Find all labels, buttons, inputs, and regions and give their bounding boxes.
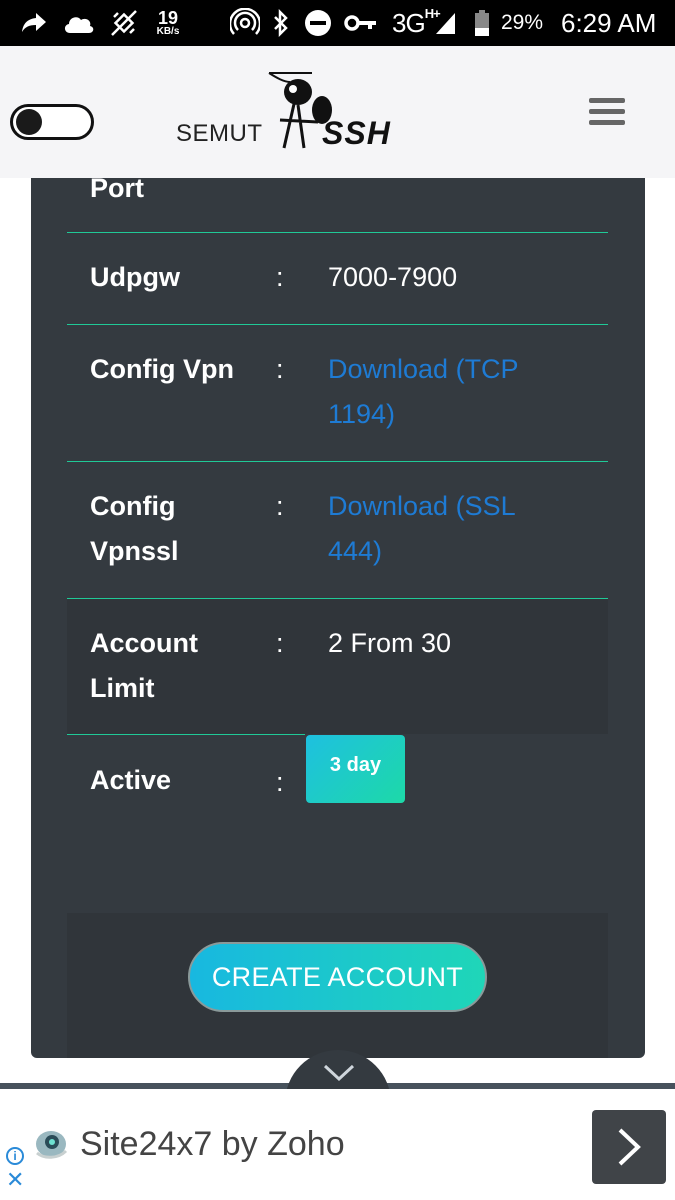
status-bar: 19 KB/s 3G H+ 29% 6:29 AM	[0, 0, 675, 46]
udpgw-label: Udpgw	[90, 262, 180, 292]
cloud-icon	[62, 0, 96, 46]
separator: :	[276, 628, 284, 658]
config-vpn-label: Config Vpn	[90, 354, 234, 384]
network-type: 3G H+	[392, 0, 456, 46]
row-divider	[67, 232, 608, 233]
app-header: SEMUT SSH	[0, 46, 675, 178]
battery-icon	[474, 0, 490, 46]
ad-close-icon[interactable]: ✕	[6, 1169, 24, 1191]
separator: :	[276, 491, 284, 521]
ad-title[interactable]: Site24x7 by Zoho	[80, 1125, 345, 1164]
toggle-knob	[16, 109, 42, 135]
clock-time: 6:29 AM	[561, 7, 657, 38]
chevron-down-icon	[323, 1064, 355, 1082]
hamburger-menu-icon[interactable]	[589, 98, 625, 128]
ad-info-icon[interactable]: i	[6, 1147, 24, 1165]
detail-row-config-vpn: Config Vpn : Download (TCP 1194)	[68, 347, 608, 437]
vpn-key-icon	[344, 0, 378, 46]
config-vpnssl-label: Config Vpnssl	[90, 491, 179, 566]
detail-row-udpgw: Udpgw : 7000-7900	[68, 255, 608, 300]
ad-banner[interactable]: i ✕ Site24x7 by Zoho	[0, 1089, 675, 1200]
detail-row-port: Port	[68, 178, 608, 211]
signal-icon	[435, 13, 455, 34]
battery-percent: 29%	[501, 11, 544, 34]
hotspot-icon	[230, 0, 260, 46]
row-divider	[67, 324, 608, 325]
site24x7-logo-icon	[36, 1131, 68, 1159]
detail-row-config-vpnssl: Config Vpnssl : Download (SSL 444)	[68, 484, 608, 574]
active-label: Active	[90, 765, 172, 795]
row-divider	[67, 734, 305, 735]
udpgw-value: 7000-7900	[328, 262, 458, 292]
row-divider	[67, 461, 608, 462]
download-tcp-link[interactable]: Download (TCP 1194)	[328, 347, 568, 437]
account-details-card: Port Udpgw : 7000-7900 Config Vpn : Down…	[31, 178, 645, 1058]
logo-text: SEMUT	[176, 120, 263, 147]
account-limit-label: Account Limit	[90, 628, 198, 703]
port-label: Port	[90, 178, 144, 203]
network-speed-unit: KB/s	[156, 26, 180, 37]
network-speed: 19 KB/s	[150, 0, 186, 46]
separator: :	[276, 262, 284, 292]
create-account-button[interactable]: CREATE ACCOUNT	[188, 942, 487, 1012]
share-arrow-icon	[20, 0, 48, 46]
network-speed-value: 19	[157, 8, 179, 28]
separator: :	[276, 767, 284, 797]
semut-ssh-logo[interactable]: SEMUT SSH	[172, 70, 418, 156]
ad-open-button[interactable]	[592, 1110, 666, 1184]
do-not-disturb-icon	[304, 0, 332, 46]
detail-row-account-limit: Account Limit : 2 From 30	[68, 621, 608, 711]
satellite-icon	[108, 0, 140, 46]
logo-ssh-text: SSH	[322, 115, 391, 151]
network-type-label: 3G	[392, 7, 426, 38]
separator: :	[276, 354, 284, 384]
bluetooth-icon	[272, 0, 290, 46]
active-days-badge: 3 day	[306, 735, 405, 803]
account-limit-value: 2 From 30	[328, 628, 452, 658]
dark-mode-toggle[interactable]	[10, 104, 94, 140]
download-ssl-link[interactable]: Download (SSL 444)	[328, 484, 568, 574]
chevron-right-icon	[618, 1128, 641, 1166]
